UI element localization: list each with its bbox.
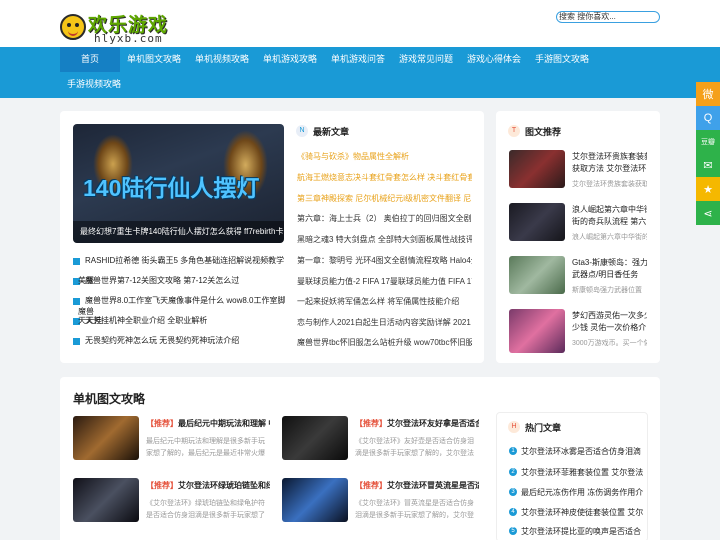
danji-item-title-text: 艾尔登法环友好拿是否适合: [387, 419, 479, 428]
danji-item-title[interactable]: 【推荐】艾尔登法环冒英流星是否适: [355, 480, 479, 491]
tuwen-item-sub: 3000万游戏币。买一个佑: [572, 340, 647, 347]
tuwen-thumb[interactable]: [509, 256, 565, 294]
tuwen-thumb[interactable]: [509, 203, 565, 241]
latest-badge-icon: N: [296, 125, 308, 137]
nav-item-home[interactable]: 首页: [60, 47, 120, 72]
list-item[interactable]: 无畏契约死神怎么玩 无畏契约死神玩法介绍: [85, 335, 285, 346]
share-icon[interactable]: ⋖: [696, 201, 720, 225]
nav-item-danji-game[interactable]: 单机游戏攻略: [258, 47, 322, 72]
latest-item[interactable]: 曼联球员能力值-2 FIFA 17曼联球员能力值 FIFA 17...: [297, 276, 472, 287]
list-square-icon: [73, 258, 80, 265]
featured-slide[interactable]: 140陆行仙人摆灯 最终幻想7重生卡牌140陆行仙人摆灯怎么获得 ff7rebi…: [73, 124, 284, 243]
danji-tag: 【推荐】: [146, 419, 178, 428]
list-item[interactable]: 魔兽世界8.0工作室飞天魔像事件是什么 wow8.0工作室脚本: [85, 295, 285, 306]
latest-title: 最新文章: [313, 127, 350, 137]
danji-item-title-text: 艾尔登法环绿琥珀链坠和绿: [178, 481, 270, 490]
latest-item[interactable]: 恋与制作人2021白起生日活动内容奖励详解 2021白...: [297, 317, 472, 328]
hot-item[interactable]: 艾尔登法环提比亚的唤声是否适合: [521, 526, 646, 537]
danji-item-title-text: 艾尔登法环冒英流星是否适: [387, 481, 479, 490]
danji-tag: 【推荐】: [146, 481, 178, 490]
nav-item-xinde[interactable]: 游戏心得体会: [462, 47, 526, 72]
danji-item-title-text: 最后纪元中期玩法和理解 中: [178, 419, 270, 428]
weibo-icon[interactable]: 微: [696, 82, 720, 106]
site-logo[interactable]: 欢乐游戏 hlyxb.com: [60, 10, 167, 45]
nav-item-danji-video[interactable]: 单机视频攻略: [190, 47, 254, 72]
danji-tag: 【推荐】: [355, 481, 387, 490]
tuwen-item-sub: 斯康顿岛强力武器位置: [572, 287, 642, 294]
nav-item-shouyou-tuwen[interactable]: 手游图文攻略: [530, 47, 594, 72]
hot-item[interactable]: 艾尔登法环菲雅套装位置 艾尔登法: [521, 467, 646, 478]
danji-item-title[interactable]: 【推荐】最后纪元中期玩法和理解 中: [146, 418, 270, 429]
latest-item[interactable]: 航海王燃烧意志决斗套红骨套怎么样 决斗套红骨套...: [297, 172, 472, 183]
tuwen-item-sub: 浪人崛起第六章中华街的: [572, 234, 647, 241]
site-header: 欢乐游戏 hlyxb.com 搜索 搜你喜欢...: [0, 0, 720, 47]
hot-item[interactable]: 最后纪元冻伤作用 冻伤调务作用介: [521, 487, 646, 498]
tuwen-thumb[interactable]: [509, 309, 565, 353]
hot-item[interactable]: 艾尔登法环神皮使徒套装位置 艾尔: [521, 507, 646, 518]
hot-badge-icon: H: [508, 421, 520, 433]
danji-title: 单机图文攻略: [73, 392, 146, 406]
nav-item-shouyou-video[interactable]: 手游视频攻略: [62, 72, 126, 97]
danji-thumb[interactable]: [282, 416, 348, 460]
hot-num-badge: 2: [509, 468, 517, 476]
tuwen-thumb[interactable]: [509, 150, 565, 188]
list-square-icon: [73, 298, 80, 305]
hot-num-badge: 5: [509, 527, 517, 535]
danji-tag: 【推荐】: [355, 419, 387, 428]
danji-thumb[interactable]: [73, 416, 139, 460]
wechat-icon[interactable]: ✉: [696, 153, 720, 177]
list-item[interactable]: RASHID拉希德 街头霸王5 多角色基础连招解说视频教学 街: [85, 255, 285, 266]
tuwen-item-title[interactable]: 浪人崛起第六章中华街的奇兵队流程 第六: [572, 204, 647, 215]
hot-item[interactable]: 艾尔登法环冰雾是否适合仿身泪滴: [521, 446, 646, 457]
latest-item[interactable]: 黑暗之魂3 特大剑盘点 全部特大剑面板属性战技评测: [297, 234, 472, 245]
latest-item[interactable]: 第三章神殿探索 尼尔机械纪元i级机密文件翻译 尼...: [297, 193, 472, 204]
list-item[interactable]: 天天挂机神全职业介绍 全职业解析: [85, 315, 285, 326]
tuwen-item-title[interactable]: 梦幻西游灵佑一次多少钱 灵佑一次价格介: [572, 310, 647, 321]
tuwen-item-title-2: 武器点/明日香任务: [572, 270, 639, 279]
danji-item-title[interactable]: 【推荐】艾尔登法环友好拿是否适合: [355, 418, 479, 429]
latest-item[interactable]: 《骑马与砍杀》物品属性全解析: [297, 151, 472, 162]
tuwen-item-title-2: 少钱 灵佑一次价格介: [572, 323, 647, 332]
featured-big-text: 140陆行仙人摆灯: [83, 175, 260, 201]
tuwen-item-title-2: 获取方法 艾尔登法环: [572, 164, 647, 173]
list-overlay-text: 美服: [78, 276, 94, 285]
hot-num-badge: 4: [509, 508, 517, 516]
douban-icon[interactable]: 豆瓣: [696, 130, 720, 154]
qzone-icon[interactable]: ★: [696, 177, 720, 201]
list-item[interactable]: 魔兽世界第7-12关图文攻略 第7-12关怎么过: [85, 275, 285, 286]
latest-item[interactable]: 第六章：海上士兵（2） 奥伯拉丁的回归图文全剧...: [297, 213, 472, 224]
qq-icon[interactable]: Q: [696, 106, 720, 130]
tuwen-item-title-2: 街的奇兵队流程 第六: [572, 217, 647, 226]
tuwen-item-title[interactable]: Gta3-斯康顿岛：强力武器点/明日香任务: [572, 257, 647, 268]
featured-caption: 最终幻想7重生卡牌140陆行仙人摆灯怎么获得 ff7rebirth卡: [73, 221, 284, 243]
latest-item[interactable]: 第一章：黎明号 光环4图文全剧情流程攻略 Halo4全...: [297, 255, 472, 266]
tuwen-title: 图文推荐: [525, 127, 562, 137]
latest-item[interactable]: 魔兽世界tbc怀旧服怎么站桩升级 wow70tbc怀旧服...: [297, 337, 472, 348]
hot-num-badge: 1: [509, 447, 517, 455]
nav-item-danji-qa[interactable]: 单机游戏问答: [326, 47, 390, 72]
logo-face-icon: [60, 14, 86, 40]
danji-item-desc: 《艾尔登法环》绿琥珀链坠和绿龟护符是否适合仿身泪滴是很多新手玩家想了: [146, 500, 265, 519]
hot-title: 热门文章: [525, 423, 562, 433]
danji-item-desc: 《艾尔登法环》友好壶是否适合仿身泪滴是很多新手玩家想了解的，艾尔登法: [355, 438, 474, 457]
hot-num-badge: 3: [509, 488, 517, 496]
nav-item-danji-tuwen[interactable]: 单机图文攻略: [122, 47, 186, 72]
latest-item[interactable]: 一起来捉妖将军俑怎么样 将军俑属性技能介绍: [297, 296, 472, 307]
danji-thumb[interactable]: [73, 478, 139, 522]
danji-item-desc: 《艾尔登法环》冒英流星是否适合仿身泪滴是很多新手玩家想了解的，艾尔登: [355, 500, 474, 519]
tuwen-badge-icon: T: [508, 125, 520, 137]
list-overlay-text: 天天挂: [78, 316, 102, 325]
logo-subtext: hlyxb.com: [94, 32, 163, 45]
main-nav: 首页 单机图文攻略 单机视频攻略 单机游戏攻略 单机游戏问答 游戏常见问题 游戏…: [0, 47, 720, 98]
search-input[interactable]: 搜索 搜你喜欢...: [556, 11, 660, 23]
danji-item-title[interactable]: 【推荐】艾尔登法环绿琥珀链坠和绿: [146, 480, 270, 491]
list-square-icon: [73, 338, 80, 345]
tuwen-item-sub: 艾尔登法环贵族套装获取: [572, 181, 647, 188]
tuwen-item-title[interactable]: 艾尔登法环贵族套装获取方法 艾尔登法环: [572, 151, 647, 162]
danji-thumb[interactable]: [282, 478, 348, 522]
danji-item-desc: 最后纪元中期玩法和理解是很多新手玩家想了解的，最后纪元是最近非常火爆: [146, 438, 265, 457]
nav-item-faq[interactable]: 游戏常见问题: [394, 47, 458, 72]
